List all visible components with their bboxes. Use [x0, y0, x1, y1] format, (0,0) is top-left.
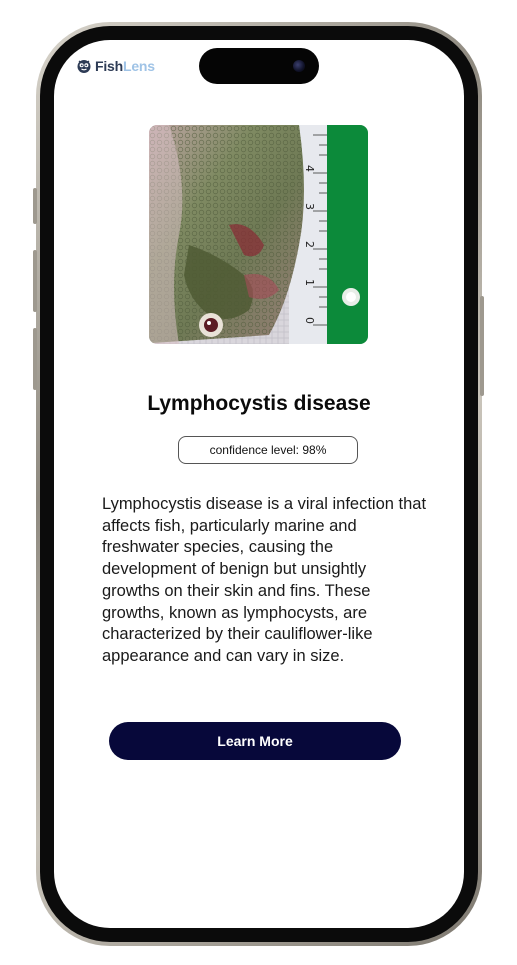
ruler-label: 4: [303, 165, 316, 172]
ruler-label: 2: [303, 241, 316, 248]
power-button: [480, 296, 484, 396]
volume-down-button: [33, 328, 37, 390]
disease-description: Lymphocystis disease is a viral infectio…: [102, 495, 427, 665]
fish-with-lymphocystis-photo: 4 3 2 1 0: [149, 125, 368, 344]
app-logo: FishLens: [76, 58, 155, 74]
ruler-label: 3: [303, 203, 316, 210]
app-name: FishLens: [95, 58, 155, 74]
ruler-label: 1: [303, 279, 316, 286]
fish-mascot-icon: [77, 60, 91, 73]
learn-more-button[interactable]: Learn More: [109, 722, 401, 760]
confidence-badge: confidence level: 98%: [178, 436, 358, 464]
ruler-label: 0: [303, 317, 316, 324]
camera-icon: [293, 60, 305, 72]
app-screen: FishLens 4 3 2 1 0 Lymphocystis disease …: [54, 40, 464, 928]
dynamic-island: [199, 48, 319, 84]
volume-up-button: [33, 250, 37, 312]
action-button: [33, 188, 37, 224]
disease-title: Lymphocystis disease: [147, 392, 371, 415]
